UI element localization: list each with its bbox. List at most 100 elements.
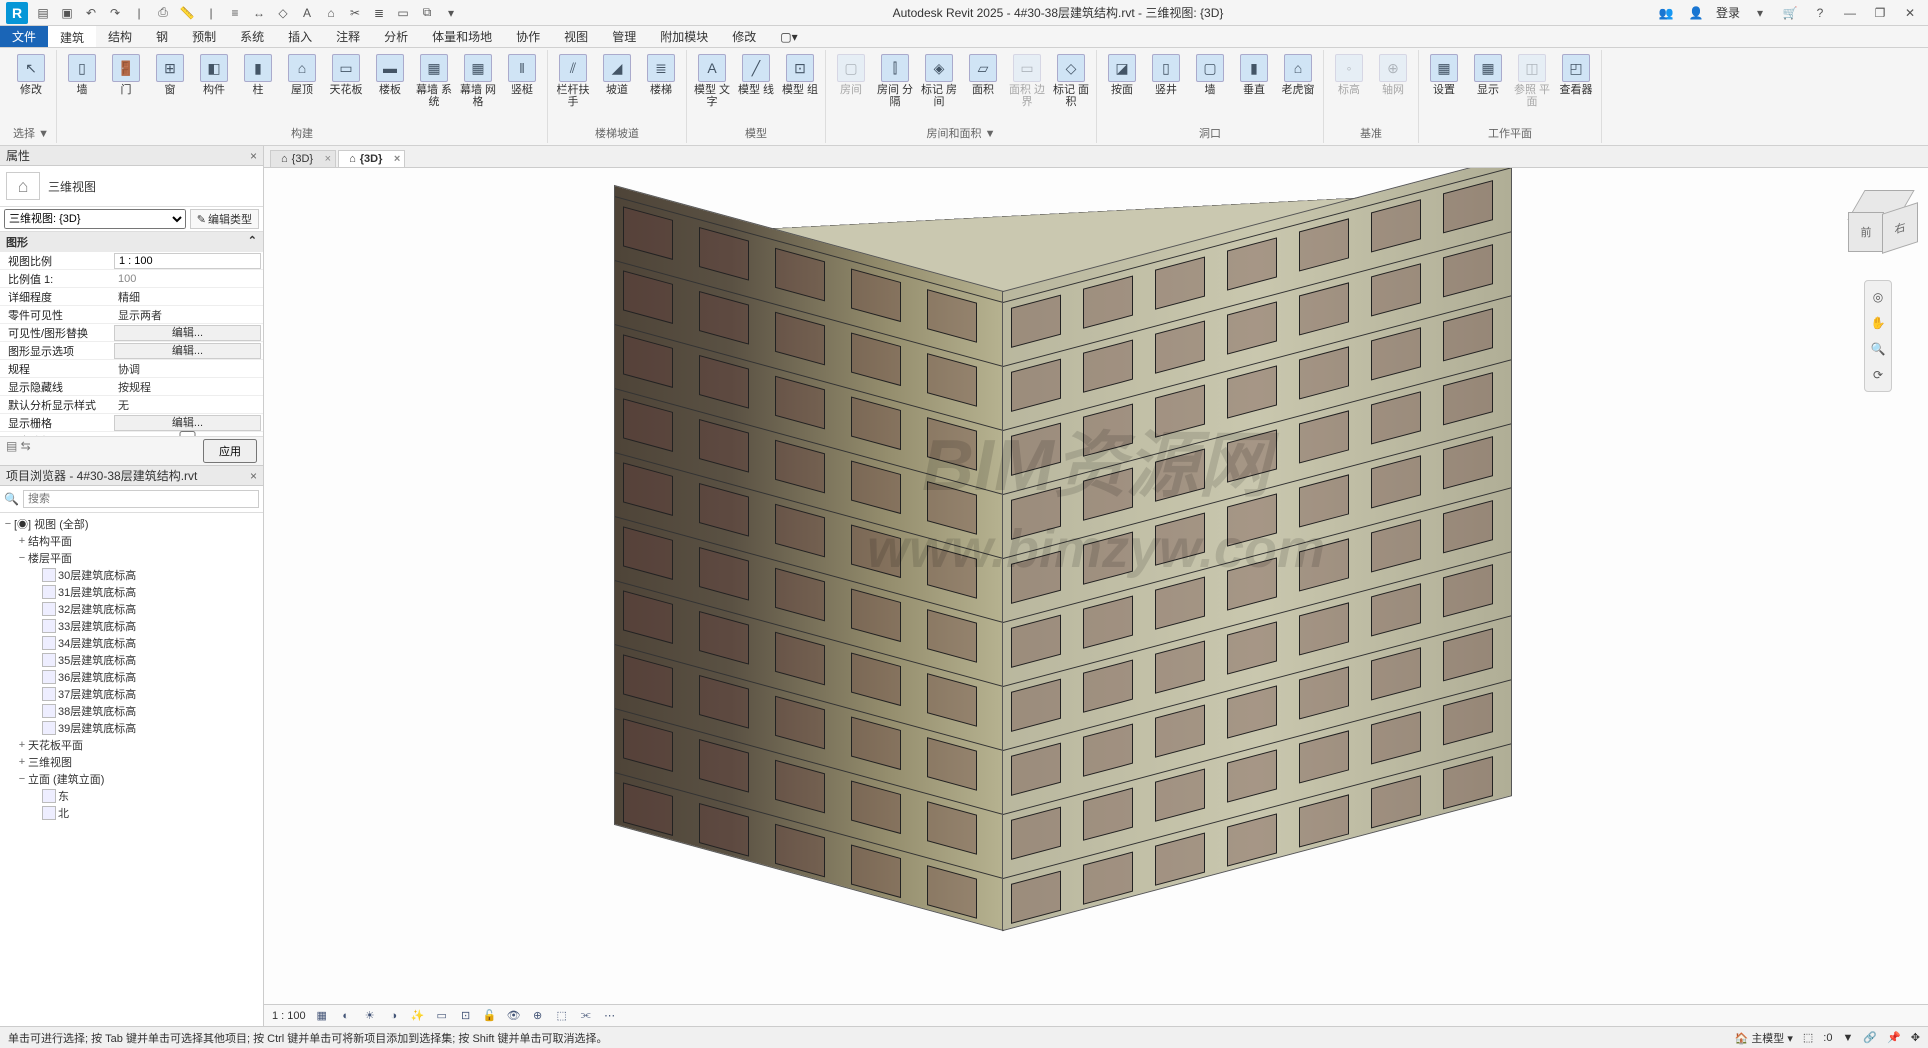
qat-dropdown-icon[interactable]: ▾ (442, 4, 460, 22)
share-icon[interactable]: 👥 (1656, 3, 1676, 23)
status-link-icon[interactable]: 🔗 (1863, 1031, 1877, 1044)
area-button[interactable]: ▱面积 (962, 50, 1004, 100)
constraints-icon[interactable]: ⫘ (578, 1008, 594, 1024)
tree-elev-0[interactable]: 东 (2, 787, 261, 804)
v-detail[interactable]: 精细 (112, 289, 263, 305)
tree-ceiling-plans[interactable]: +天花板平面 (2, 736, 261, 753)
component-button[interactable]: ◧构件 (193, 50, 235, 100)
status-select-icon[interactable]: ⬚ (1803, 1031, 1813, 1044)
v-vg-button[interactable]: 编辑... (114, 325, 261, 341)
view-cube[interactable]: 前 右 (1842, 188, 1914, 260)
v-disc[interactable]: 协调 (112, 361, 263, 377)
qat-save-icon[interactable]: ▣ (58, 4, 76, 22)
tab-massing[interactable]: 体量和场地 (420, 26, 504, 47)
tab-steel[interactable]: 钢 (144, 26, 180, 47)
tab-structure[interactable]: 结构 (96, 26, 144, 47)
dormer-button[interactable]: ⌂老虎窗 (1277, 50, 1319, 100)
sun-path-icon[interactable]: ☀ (362, 1008, 378, 1024)
scale-display[interactable]: 1 : 100 (272, 1010, 306, 1022)
orbit-icon[interactable]: ⟳ (1868, 365, 1888, 385)
shadows-icon[interactable]: ◑ (386, 1008, 402, 1024)
v-grid-button[interactable]: 编辑... (114, 415, 261, 431)
qat-close-icon[interactable]: ▭ (394, 4, 412, 22)
v-hidden[interactable]: 按规程 (112, 379, 263, 395)
railing-button[interactable]: ⫽栏杆扶手 (552, 50, 594, 112)
tree-elev-1[interactable]: 北 (2, 804, 261, 821)
qat-text-icon[interactable]: A (298, 4, 316, 22)
maximize-icon[interactable]: ❐ (1870, 3, 1890, 23)
wall-button[interactable]: ▯墙 (61, 50, 103, 100)
browser-close-icon[interactable]: × (250, 469, 257, 483)
set-button[interactable]: ▦设置 (1423, 50, 1465, 100)
qat-tag-icon[interactable]: ◇ (274, 4, 292, 22)
tab-annotate[interactable]: 注释 (324, 26, 372, 47)
viewcube-front[interactable]: 前 (1848, 212, 1884, 252)
tab-manage[interactable]: 管理 (600, 26, 648, 47)
tree-floor-plans[interactable]: −楼层平面 (2, 549, 261, 566)
visual-style-icon[interactable]: ◐ (338, 1008, 354, 1024)
tree-floor-4[interactable]: 34层建筑底标高 (2, 634, 261, 651)
tab-insert[interactable]: 插入 (276, 26, 324, 47)
tag-room-button[interactable]: ◈标记 房间 (918, 50, 960, 112)
v-gdo-button[interactable]: 编辑... (114, 343, 261, 359)
tab-file[interactable]: 文件 (0, 26, 48, 47)
help-icon[interactable]: ? (1810, 3, 1830, 23)
wall-opening-button[interactable]: ▢墙 (1189, 50, 1231, 100)
shaft-button[interactable]: ▯竖井 (1145, 50, 1187, 100)
model-text-button[interactable]: A模型 文字 (691, 50, 733, 112)
tree-floor-2[interactable]: 32层建筑底标高 (2, 600, 261, 617)
instance-selector[interactable]: 三维视图: {3D} (4, 209, 186, 229)
tab-close-icon[interactable]: × (325, 153, 331, 165)
qat-redo-icon[interactable]: ↷ (106, 4, 124, 22)
tree-3d-views[interactable]: +三维视图 (2, 753, 261, 770)
dropdown-icon[interactable]: ▾ (1750, 3, 1770, 23)
properties-close-icon[interactable]: × (250, 149, 257, 163)
curtain-grid-button[interactable]: ▦幕墙 网格 (457, 50, 499, 112)
modify-button[interactable]: ↖修改 (10, 50, 52, 100)
tree-elevations[interactable]: −立面 (建筑立面) (2, 770, 261, 787)
user-icon[interactable]: 👤 (1686, 3, 1706, 23)
show-button[interactable]: ▦显示 (1467, 50, 1509, 100)
status-drag-icon[interactable]: ✥ (1911, 1031, 1920, 1044)
mullion-button[interactable]: ‖竖梃 (501, 50, 543, 100)
temp-hide-icon[interactable]: 👁 (506, 1008, 522, 1024)
viewer-button[interactable]: ◰查看器 (1555, 50, 1597, 100)
byface-button[interactable]: ◪按面 (1101, 50, 1143, 100)
v-parts[interactable]: 显示两者 (112, 307, 263, 323)
view-tab-3d-active[interactable]: ⌂{3D}× (338, 150, 405, 167)
tree-floor-1[interactable]: 31层建筑底标高 (2, 583, 261, 600)
room-sep-button[interactable]: ⫿房间 分隔 (874, 50, 916, 112)
tab-view[interactable]: 视图 (552, 26, 600, 47)
tree-floor-8[interactable]: 38层建筑底标高 (2, 702, 261, 719)
qat-section-icon[interactable]: ✂ (346, 4, 364, 22)
qat-measure-icon[interactable]: 📏 (178, 4, 196, 22)
pan-icon-hand[interactable]: ✋ (1868, 313, 1888, 333)
tree-root-views[interactable]: −[◉] 视图 (全部) (2, 515, 261, 532)
tree-struct-plans[interactable]: +结构平面 (2, 532, 261, 549)
unlock-icon[interactable]: 🔓 (482, 1008, 498, 1024)
v-viewscale[interactable] (114, 253, 261, 269)
floor-button[interactable]: ▬楼板 (369, 50, 411, 100)
steering-wheel-icon[interactable]: ◎ (1868, 287, 1888, 307)
apply-button[interactable]: 应用 (203, 439, 257, 463)
tab-precast[interactable]: 预制 (180, 26, 228, 47)
tab-analyze[interactable]: 分析 (372, 26, 420, 47)
model-group-button[interactable]: ⊡模型 组 (779, 50, 821, 100)
crop-region-icon[interactable]: ⊡ (458, 1008, 474, 1024)
qat-dim-icon[interactable]: ↔ (250, 4, 268, 22)
cart-icon[interactable]: 🛒 (1780, 3, 1800, 23)
close-icon[interactable]: ✕ (1900, 3, 1920, 23)
tab-close-icon[interactable]: × (394, 153, 400, 165)
column-button[interactable]: ▮柱 (237, 50, 279, 100)
v-analysis[interactable]: 无 (112, 397, 263, 413)
group-graphics[interactable]: 图形⌃ (0, 232, 263, 252)
tab-extra[interactable]: ▢▾ (768, 26, 809, 47)
ceiling-button[interactable]: ▭天花板 (325, 50, 367, 100)
minimize-icon[interactable]: — (1840, 3, 1860, 23)
stair-button[interactable]: ≣楼梯 (640, 50, 682, 100)
tab-collaborate[interactable]: 协作 (504, 26, 552, 47)
tab-architecture[interactable]: 建筑 (48, 26, 96, 47)
tree-floor-3[interactable]: 33层建筑底标高 (2, 617, 261, 634)
browser-search-input[interactable] (23, 490, 259, 508)
view-tab-3d-home[interactable]: ⌂{3D}× (270, 150, 336, 167)
